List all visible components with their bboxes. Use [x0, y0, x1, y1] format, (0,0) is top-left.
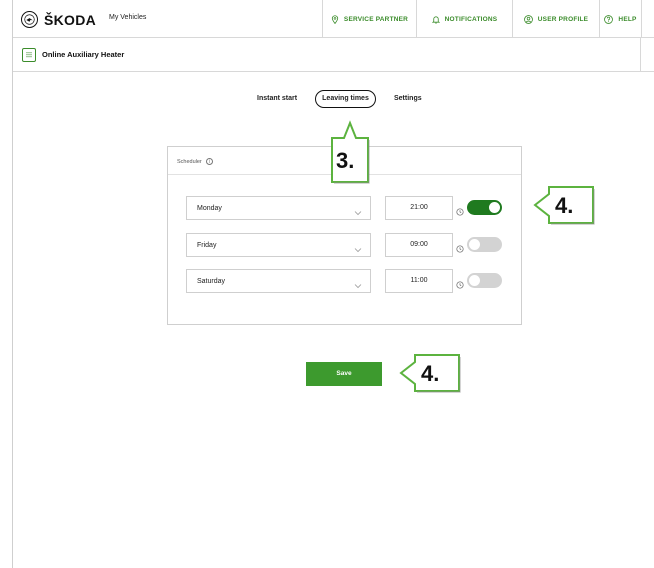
- help-label: HELP: [618, 15, 637, 23]
- day-select[interactable]: Friday: [186, 233, 371, 257]
- tab-settings[interactable]: Settings: [394, 91, 422, 107]
- user-icon: [523, 14, 533, 24]
- notifications-button[interactable]: NOTIFICATIONS: [416, 0, 512, 38]
- day-select[interactable]: Monday: [186, 196, 371, 220]
- callout-step-4-toggle-label: 4.: [555, 193, 574, 218]
- nav-overflow[interactable]: [641, 0, 654, 38]
- time-input[interactable]: 09:00: [385, 233, 453, 257]
- notifications-label: NOTIFICATIONS: [444, 15, 498, 23]
- callout-step-3: 3.: [328, 120, 372, 190]
- scheduler-title-wrap: Scheduler i: [177, 158, 213, 165]
- brand-name: ŠKODA: [44, 11, 97, 28]
- chevron-down-icon: [354, 276, 362, 294]
- time-input[interactable]: 21:00: [385, 196, 453, 220]
- clock-icon: [456, 276, 464, 294]
- enable-toggle[interactable]: [467, 237, 502, 252]
- save-button[interactable]: Save: [306, 362, 382, 386]
- chevron-down-icon: [354, 240, 362, 258]
- info-icon[interactable]: i: [205, 158, 213, 165]
- callout-step-3-label: 3.: [336, 148, 355, 173]
- page-header: Online Auxiliary Heater: [13, 38, 654, 72]
- callout-step-4-save-label: 4.: [421, 361, 440, 386]
- heater-icon: [22, 48, 36, 62]
- clock-icon: [456, 240, 464, 258]
- toggle-knob: [469, 239, 480, 250]
- header-divider: [640, 38, 641, 72]
- enable-toggle[interactable]: [467, 273, 502, 288]
- schedule-row: Friday 09:00: [168, 233, 521, 259]
- callout-step-4-save: 4.: [397, 352, 463, 394]
- service-partner-button[interactable]: SERVICE PARTNER: [322, 0, 416, 38]
- tab-leaving-times[interactable]: Leaving times: [315, 90, 376, 108]
- day-value: Monday: [197, 205, 222, 212]
- day-value: Friday: [197, 242, 217, 249]
- scheduler-title: Scheduler: [177, 158, 202, 165]
- toggle-knob: [469, 275, 480, 286]
- callout-step-4-toggle: 4.: [531, 184, 597, 226]
- schedule-row: Saturday 11:00: [168, 269, 521, 295]
- day-select[interactable]: Saturday: [186, 269, 371, 293]
- my-vehicles-link[interactable]: My Vehicles: [109, 14, 146, 21]
- tab-instant-start[interactable]: Instant start: [257, 91, 297, 107]
- schedule-row: Monday 21:00: [168, 196, 521, 222]
- toggle-knob: [489, 202, 500, 213]
- skoda-logo[interactable]: ŠKODA: [21, 11, 96, 28]
- skoda-arrow-icon: [21, 11, 38, 28]
- chevron-down-icon: [354, 203, 362, 221]
- enable-toggle[interactable]: [467, 200, 502, 215]
- time-input[interactable]: 11:00: [385, 269, 453, 293]
- question-icon: [604, 14, 614, 24]
- tab-bar: Instant start Leaving times Settings: [13, 88, 654, 110]
- top-navigation: ŠKODA My Vehicles SERVICE PARTNER NOTIFI…: [13, 0, 654, 38]
- user-profile-button[interactable]: USER PROFILE: [512, 0, 599, 38]
- page-title: Online Auxiliary Heater: [42, 50, 125, 59]
- help-button[interactable]: HELP: [599, 0, 641, 38]
- service-partner-label: SERVICE PARTNER: [343, 15, 409, 23]
- app-frame: ŠKODA My Vehicles SERVICE PARTNER NOTIFI…: [12, 0, 654, 568]
- location-pin-icon: [331, 14, 339, 24]
- clock-icon: [456, 203, 464, 221]
- user-profile-label: USER PROFILE: [537, 15, 589, 23]
- bell-icon: [431, 15, 440, 24]
- day-value: Saturday: [197, 278, 226, 285]
